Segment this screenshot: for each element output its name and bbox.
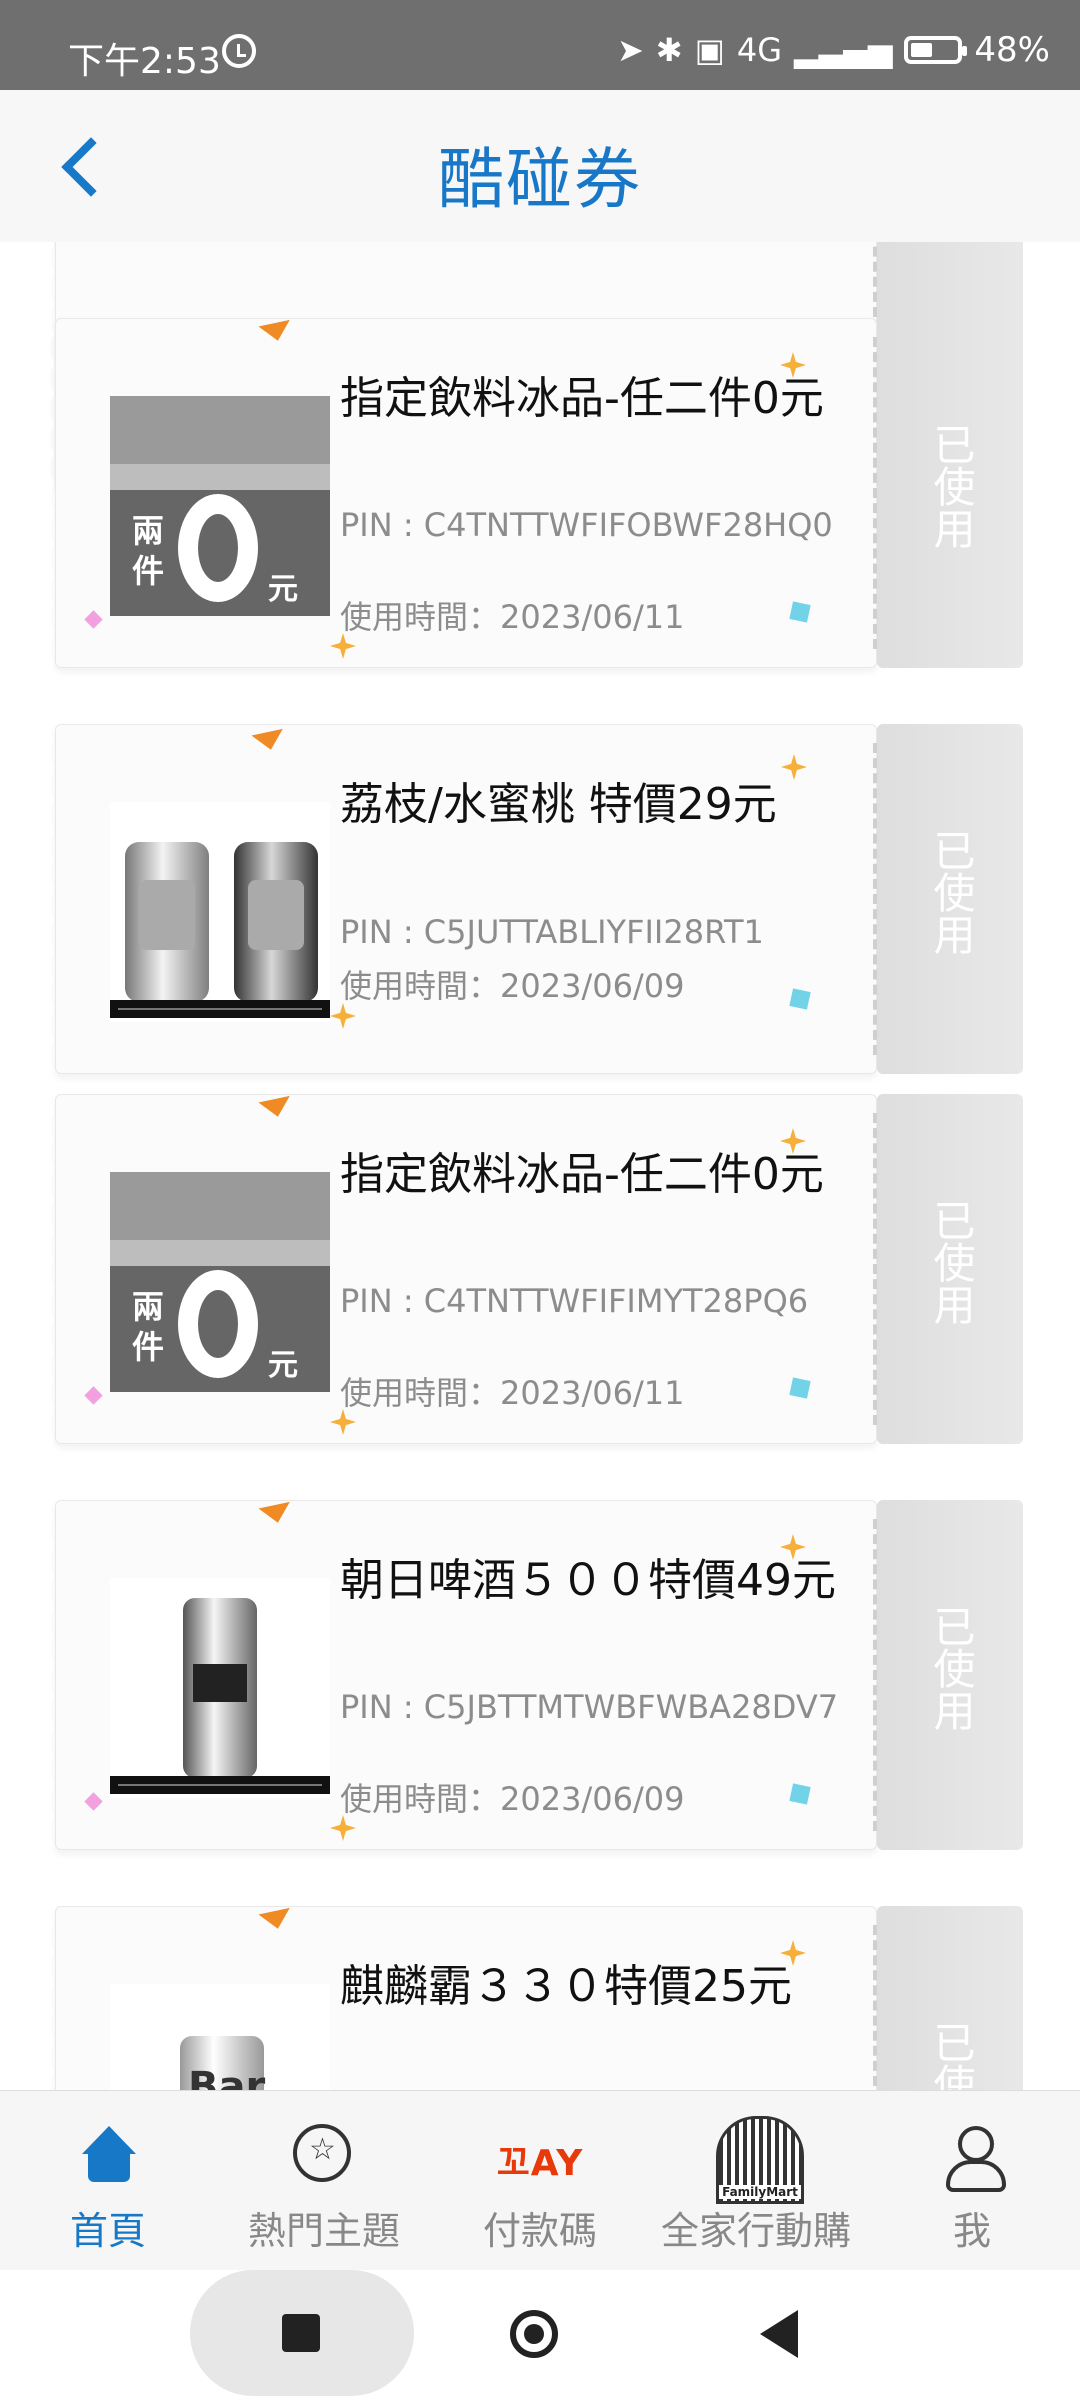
coupon-image-bar: Bar (110, 1984, 330, 2090)
coupon-image-two-items-zero: 兩件元 (110, 396, 330, 616)
can-label (139, 880, 195, 950)
nav-hot-topics[interactable]: 熱門主題 (216, 2116, 432, 2256)
coupon-card[interactable]: 已使用 兩件元 指定飲料冰品-任二件0元 PIN : C4TNTTWFIFIMY… (44, 1094, 1035, 1444)
location-icon: ➤ (616, 31, 644, 69)
beer-label-band (193, 1664, 247, 1702)
nav-label: 熱門主題 (247, 2209, 400, 2253)
used-status-label: 已使用 (927, 829, 976, 955)
nav-profile[interactable]: 我 (864, 2116, 1080, 2256)
used-status-label: 已使用 (927, 1605, 976, 1731)
bar-can-image: Bar (180, 2036, 266, 2090)
page-title: 酷碰券 (438, 141, 642, 218)
coupon-stub: 已使 (877, 1906, 1035, 2090)
coupon-pin: PIN : C5JUTTABLIYFII28RT1 (340, 913, 764, 951)
alarm-icon (222, 34, 256, 68)
home-icon (80, 2126, 138, 2186)
coupon-card[interactable]: 已使用 兩件元 指定飲料冰品-任二件0元 PIN : C4TNTTWFIFOBW… (44, 318, 1035, 668)
image-text-two-items: 兩件 (131, 512, 164, 590)
confetti-square-icon (789, 988, 811, 1010)
status-bar: 下午2:53 ➤ ✱ ▣ 4G ▂▃▄▅ 48% (0, 0, 1080, 90)
bar-can-logo-text: Bar (188, 2064, 266, 2090)
back-system-button[interactable] (760, 2310, 798, 2358)
recent-apps-icon (282, 2314, 320, 2352)
zero-symbol (178, 1270, 258, 1378)
status-time: 下午2:53 (68, 41, 221, 82)
nav-familymart-shop[interactable]: FamilyMart 全家行動購 (648, 2116, 864, 2256)
coupon-used-time: 使用時間：2023/06/11 (340, 598, 685, 636)
image-currency: 元 (268, 1348, 298, 1383)
used-status-label: 已使 (927, 2021, 976, 2090)
can-label (248, 880, 304, 950)
signal-icon: ▂▃▄▅ (793, 31, 893, 69)
image-currency: 元 (268, 572, 298, 607)
image-banner-strip (110, 1240, 330, 1266)
confetti-square-icon (789, 601, 811, 623)
coupon-image-cans (110, 802, 330, 1022)
system-navigation-bar (0, 2270, 1080, 2400)
app-header: 酷碰券 (0, 90, 1080, 242)
drink-can-image (125, 842, 209, 1002)
familymart-logo-text: FamilyMart (719, 2185, 801, 2199)
coupon-title: 朝日啤酒５００特價49元 (340, 1555, 836, 1606)
coupon-stub: 已使用 (877, 318, 1035, 668)
bluetooth-icon: ✱ (655, 31, 683, 69)
nav-label: 付款碼 (482, 2209, 597, 2253)
bottom-navigation: 首頁 熱門主題 꼬AY 付款碼 FamilyMart 全家行動購 我 (0, 2090, 1080, 2271)
status-icons: ➤ ✱ ▣ 4G ▂▃▄▅ 48% (617, 30, 1050, 70)
pay-logo-icon: 꼬AY (496, 2143, 584, 2184)
image-text-two-items: 兩件 (131, 1288, 164, 1366)
alcohol-warning-strip (110, 1000, 330, 1018)
coupon-used-time: 使用時間：2023/06/09 (340, 1780, 685, 1818)
nav-label: 首頁 (69, 2209, 146, 2253)
familymart-barcode-icon: FamilyMart (716, 2116, 804, 2204)
zero-symbol (178, 494, 258, 602)
network-label: 4G (736, 31, 782, 69)
image-banner-strip (110, 464, 330, 490)
coupon-stub: 已使用 (877, 1094, 1035, 1444)
coupon-list[interactable]: 已使用 兩件元 指定飲料冰品-任二件0元 PIN : C4TNTTWFIFOBW… (0, 242, 1080, 2090)
star-circle-icon (293, 2124, 351, 2182)
confetti-square-icon (789, 1783, 811, 1805)
coupon-stub: 已使用 (877, 1500, 1035, 1850)
coupon-title: 荔枝/水蜜桃 特價29元 (340, 779, 777, 830)
coupon-used-time: 使用時間：2023/06/11 (340, 1374, 685, 1412)
volte-icon: ▣ (694, 31, 725, 69)
coupon-card-partial[interactable]: 已使 Bar 麒麟霸３３０特價25元 (44, 1906, 1035, 2090)
beer-can-image (183, 1598, 257, 1778)
nav-label: 我 (952, 2209, 991, 2253)
coupon-image-asahi (110, 1578, 330, 1798)
drink-can-image (234, 842, 318, 1002)
used-status-label: 已使用 (927, 1199, 976, 1325)
coupon-title: 指定飲料冰品-任二件0元 (340, 1149, 824, 1200)
coupon-card[interactable]: 已使用 荔枝/水蜜桃 特價29元 PIN : C5JUTTABLIYFII28R… (44, 724, 1035, 1074)
nav-label: 全家行動購 (660, 2209, 851, 2253)
coupon-card[interactable]: 已使用 朝日啤酒５００特價49元 PIN : C5JBTTMTWBFWBA28D… (44, 1500, 1035, 1850)
battery-level (911, 43, 933, 57)
coupon-pin: PIN : C4TNTTWFIFOBWF28HQ0 (340, 506, 833, 544)
coupon-stub: 已使用 (877, 724, 1035, 1074)
coupon-pin: PIN : C5JBTTMTWBFWBA28DV7 (340, 1688, 839, 1726)
battery-percent: 48% (974, 30, 1050, 70)
profile-icon (942, 2126, 1006, 2192)
coupon-image-two-items-zero: 兩件元 (110, 1172, 330, 1392)
coupon-title: 麒麟霸３３０特價25元 (340, 1961, 792, 2012)
battery-icon (904, 36, 968, 64)
coupon-title: 指定飲料冰品-任二件0元 (340, 373, 824, 424)
used-status-label: 已使用 (927, 423, 976, 549)
coupon-used-time: 使用時間：2023/06/09 (340, 967, 685, 1005)
alcohol-warning-strip (110, 1776, 330, 1794)
coupon-pin: PIN : C4TNTTWFIFIMYT28PQ6 (340, 1282, 809, 1320)
nav-payment-code[interactable]: 꼬AY 付款碼 (432, 2116, 648, 2256)
nav-home[interactable]: 首頁 (0, 2116, 216, 2256)
home-system-button[interactable] (510, 2310, 558, 2358)
confetti-square-icon (789, 1377, 811, 1399)
